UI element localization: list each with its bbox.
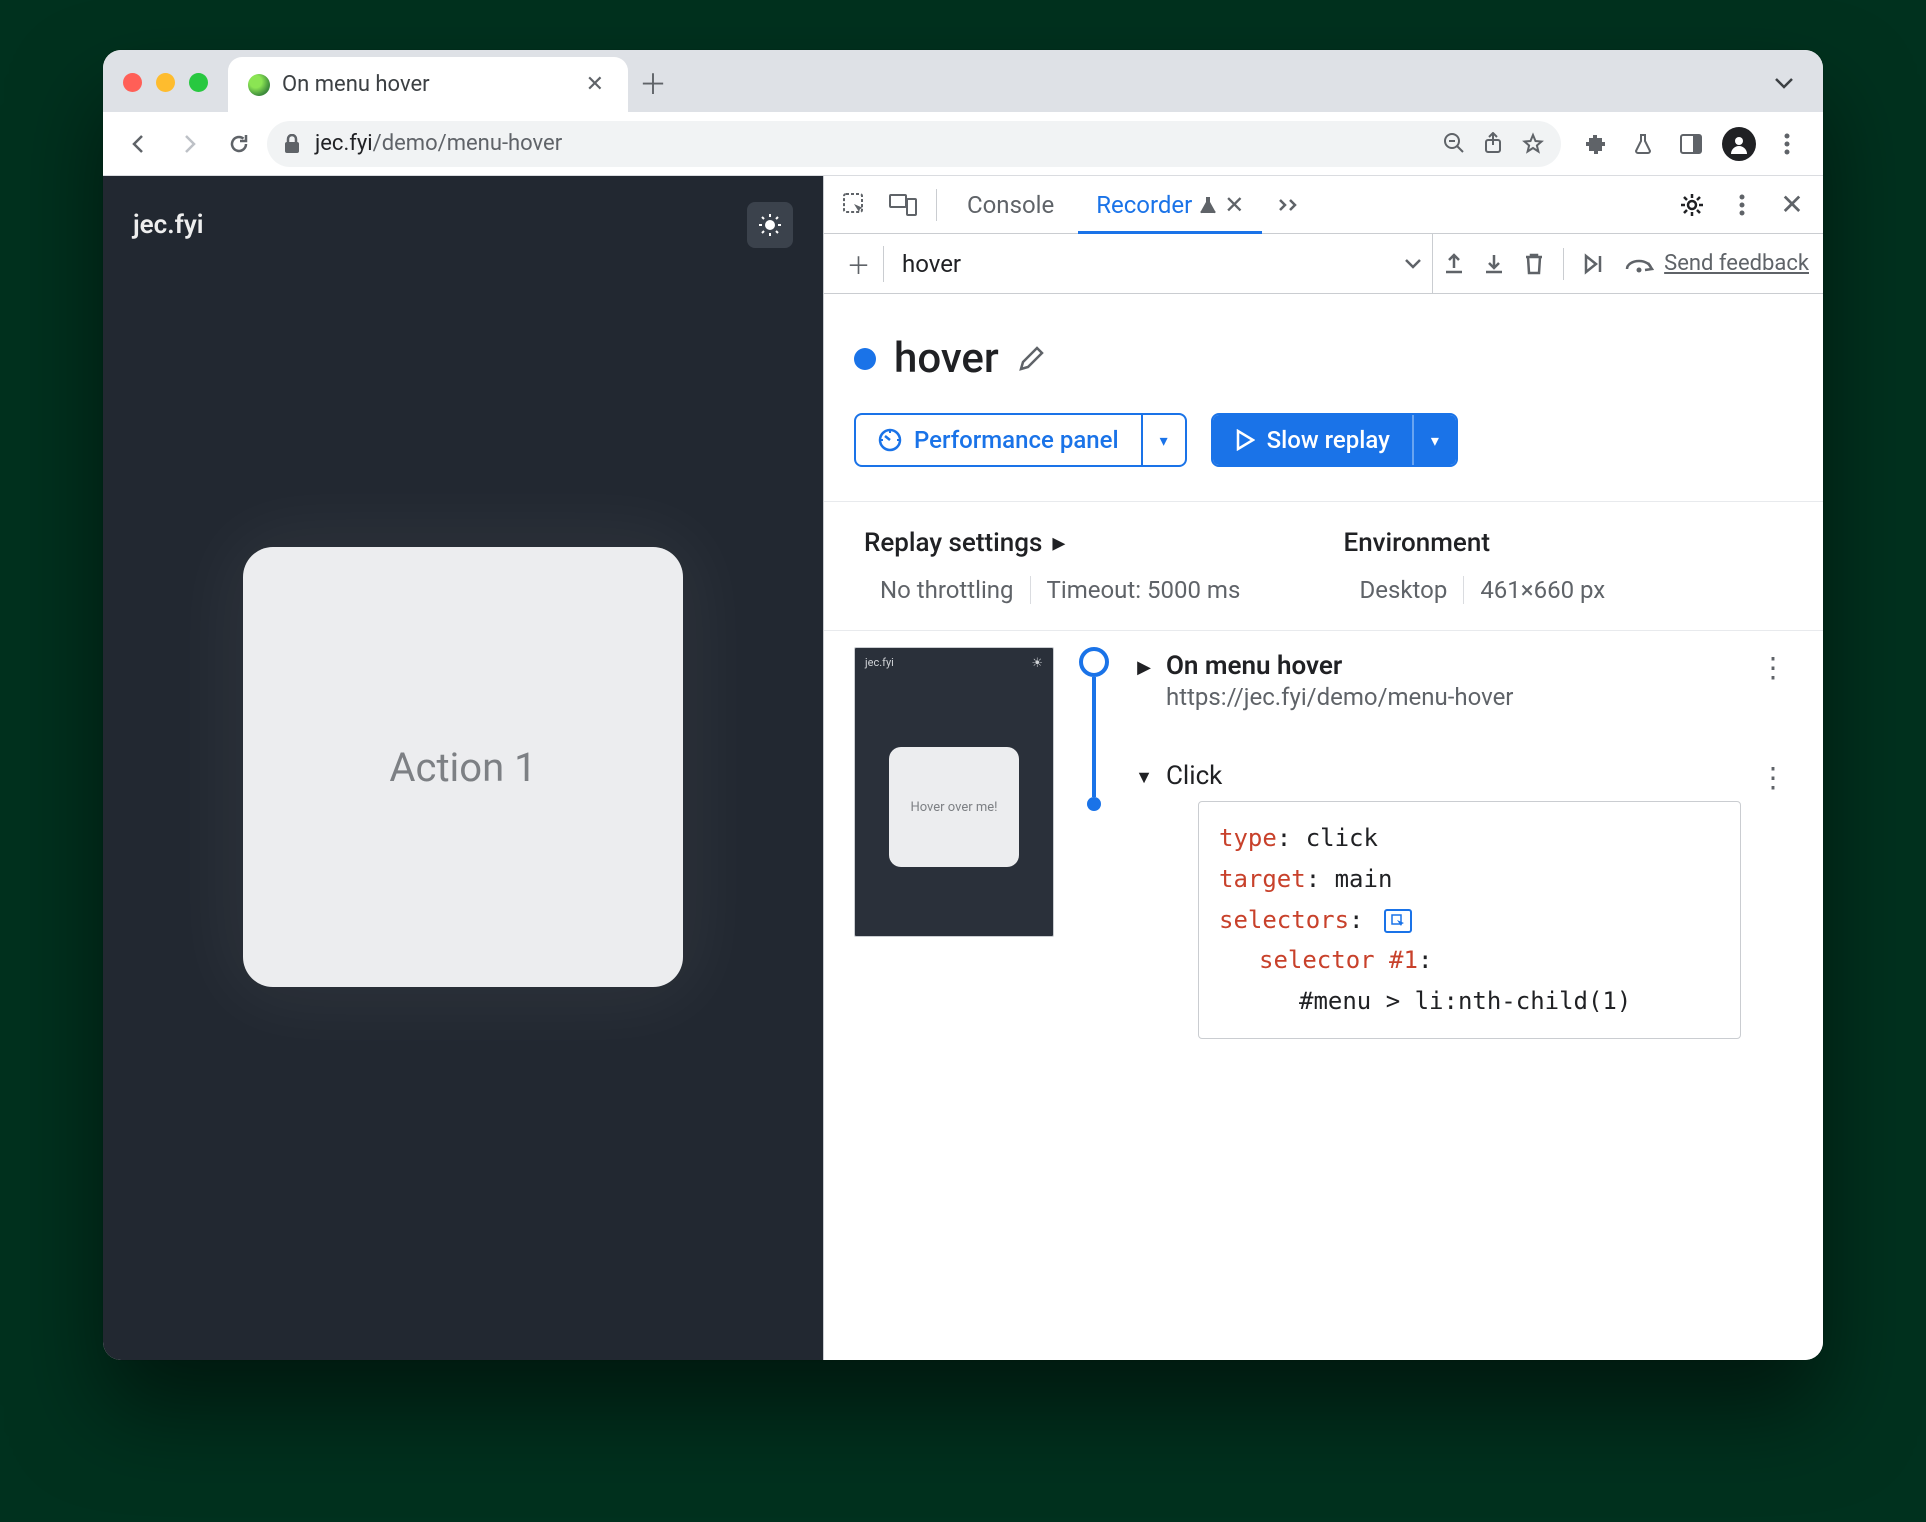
profile-avatar[interactable] (1717, 122, 1761, 166)
tab-close-icon[interactable]: ✕ (1224, 191, 1244, 219)
edit-title-icon[interactable] (1017, 345, 1045, 373)
tab-recorder[interactable]: Recorder ✕ (1078, 176, 1262, 233)
bookmark-icon[interactable] (1521, 132, 1545, 156)
page-viewport: jec.fyi Action 1 (103, 176, 823, 1360)
extensions-icon[interactable] (1573, 122, 1617, 166)
env-size: 461×660 px (1463, 576, 1621, 604)
demo-card[interactable]: Action 1 (243, 547, 683, 987)
back-button[interactable] (117, 122, 161, 166)
throttling-value: No throttling (864, 576, 1030, 604)
collapse-icon[interactable]: ▶ (1134, 657, 1154, 678)
delete-icon[interactable] (1523, 252, 1545, 276)
timeline-step-marker (1087, 797, 1101, 811)
timeout-value: Timeout: 5000 ms (1030, 576, 1257, 604)
sun-icon (758, 213, 782, 237)
step-play-icon[interactable] (1582, 252, 1606, 276)
step-menu-icon[interactable]: ⋮ (1753, 761, 1793, 794)
theme-toggle-button[interactable] (747, 202, 793, 248)
inspect-icon[interactable] (834, 184, 876, 226)
browser-tab[interactable]: On menu hover ✕ (228, 57, 628, 112)
tab-close-icon[interactable]: ✕ (580, 68, 610, 101)
chevron-right-icon: ▸ (1052, 528, 1065, 558)
demo-card-label: Action 1 (389, 744, 536, 791)
address-bar[interactable]: jec.fyi/demo/menu-hover (267, 121, 1561, 167)
tab-console[interactable]: Console (949, 176, 1072, 233)
site-brand[interactable]: jec.fyi (133, 210, 203, 240)
settings-icon[interactable] (1671, 184, 1713, 226)
zoom-icon[interactable] (1443, 132, 1465, 156)
replay-dropdown-icon[interactable]: ▾ (1412, 415, 1456, 465)
devtools-close-icon[interactable]: ✕ (1771, 184, 1813, 226)
recording-title: hover (894, 334, 999, 383)
replay-button[interactable]: Slow replay ▾ (1211, 413, 1458, 467)
tab-title: On menu hover (282, 72, 430, 97)
labs-icon[interactable] (1621, 122, 1665, 166)
minimize-window-button[interactable] (156, 73, 175, 92)
new-tab-button[interactable]: ＋ (628, 58, 678, 108)
browser-menu-icon[interactable] (1765, 122, 1809, 166)
browser-window: On menu hover ✕ ＋ jec.fyi/demo/menu-hove… (103, 50, 1823, 1360)
step-navigate[interactable]: ▶ On menu hover https://jec.fyi/demo/men… (1134, 647, 1793, 715)
share-icon[interactable] (1483, 132, 1503, 156)
sun-icon: ☀ (1031, 656, 1043, 671)
devtools-menu-icon[interactable] (1721, 184, 1763, 226)
step-over-icon[interactable] (1624, 254, 1654, 274)
tab-overflow-button[interactable] (1759, 58, 1809, 108)
sidepanel-icon[interactable] (1669, 122, 1713, 166)
devtools-panel: Console Recorder ✕ ✕ ＋ hover (823, 176, 1823, 1360)
import-icon[interactable] (1483, 252, 1505, 276)
devtools-tabbar: Console Recorder ✕ ✕ (824, 176, 1823, 234)
lock-icon (283, 134, 301, 154)
timeline (1074, 647, 1114, 1043)
recording-select-chevron-icon[interactable] (1404, 258, 1422, 270)
step-menu-icon[interactable]: ⋮ (1753, 651, 1793, 684)
step-click[interactable]: ▼ Click type: click target: main selecto… (1134, 757, 1793, 1043)
more-tabs-icon[interactable] (1268, 184, 1310, 226)
environment-header: Environment (1344, 528, 1784, 558)
recording-select-value: hover (902, 250, 961, 278)
device-toggle-icon[interactable] (882, 184, 924, 226)
timeline-start-marker (1079, 647, 1109, 677)
export-icon[interactable] (1443, 252, 1465, 276)
tab-favicon (248, 74, 270, 96)
select-element-icon[interactable] (1384, 909, 1412, 933)
flask-icon (1200, 196, 1216, 214)
reload-button[interactable] (217, 122, 261, 166)
expand-icon[interactable]: ▼ (1134, 767, 1154, 788)
window-controls (123, 73, 208, 92)
gauge-icon (878, 428, 902, 452)
performance-panel-dropdown-icon[interactable]: ▾ (1141, 415, 1185, 465)
replay-settings-header[interactable]: Replay settings ▸ (864, 528, 1304, 558)
recorder-toolbar: ＋ hover Send feedback (824, 234, 1823, 294)
close-window-button[interactable] (123, 73, 142, 92)
forward-button[interactable] (167, 122, 211, 166)
send-feedback-link[interactable]: Send feedback (1664, 251, 1809, 276)
new-recording-button[interactable]: ＋ (848, 246, 884, 282)
browser-toolbar: jec.fyi/demo/menu-hover (103, 112, 1823, 176)
performance-panel-button[interactable]: Performance panel ▾ (854, 413, 1187, 467)
step-thumbnail[interactable]: jec.fyi ☀ Hover over me! (854, 647, 1054, 937)
env-device: Desktop (1344, 576, 1464, 604)
play-icon (1235, 429, 1255, 451)
step-details: type: click target: main selectors: sele… (1198, 801, 1741, 1039)
tab-strip: On menu hover ✕ ＋ (103, 50, 1823, 112)
maximize-window-button[interactable] (189, 73, 208, 92)
recording-status-dot (854, 348, 876, 370)
url-text: jec.fyi/demo/menu-hover (315, 131, 562, 156)
